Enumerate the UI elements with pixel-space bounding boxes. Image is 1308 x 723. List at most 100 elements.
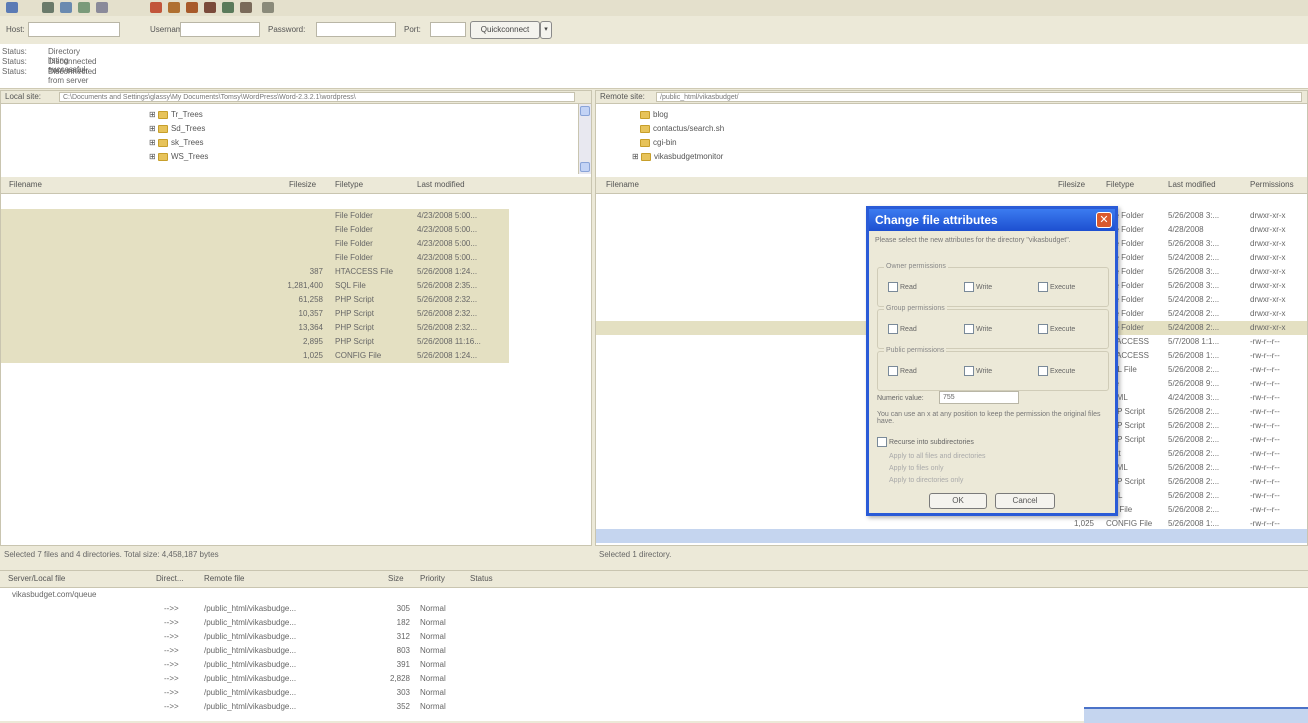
- remote-tree-item[interactable]: contactus/search.sh: [640, 122, 724, 136]
- local-tree-item[interactable]: ⊞ WS_Trees: [149, 150, 208, 164]
- local-file-row[interactable]: install.php10,357PHP Script5/26/2008 2:3…: [1, 307, 509, 321]
- file-modified: 5/26/2008 1:...: [1168, 351, 1220, 360]
- col-last-modified[interactable]: Last modified: [417, 177, 465, 193]
- apply-files-radio[interactable]: Apply to files only: [889, 465, 943, 472]
- local-file-row[interactable]: coreFile Folder4/23/2008 5:00...: [1, 223, 509, 237]
- queue-row[interactable]: C:\Documents and Setti...-->>/public_htm…: [0, 602, 480, 616]
- quickconnect-button[interactable]: Quickconnect: [470, 21, 540, 39]
- col-filename[interactable]: Filename: [9, 177, 42, 193]
- username-input[interactable]: [180, 22, 260, 37]
- col-last-modified[interactable]: Last modified: [1168, 177, 1216, 193]
- sync-icon[interactable]: [240, 2, 252, 13]
- col-filetype[interactable]: Filetype: [1106, 177, 1134, 193]
- apply-all-radio[interactable]: Apply to all files and directories: [889, 453, 986, 460]
- owner-execute-checkbox[interactable]: Execute: [1038, 282, 1075, 292]
- group-read-checkbox[interactable]: Read: [888, 324, 917, 334]
- file-modified: 5/26/2008 2:...: [1168, 407, 1220, 416]
- queue-size: 2,828: [389, 674, 410, 683]
- port-input[interactable]: [430, 22, 466, 37]
- file-modified: 5/26/2008 2:32...: [417, 309, 478, 318]
- refresh-icon[interactable]: [78, 2, 90, 13]
- queue-row[interactable]: C:\Documents and Setti...-->>/public_htm…: [0, 616, 480, 630]
- col-permissions[interactable]: Permissions: [1250, 177, 1294, 193]
- numeric-value-input[interactable]: 755: [939, 391, 1019, 404]
- group-write-checkbox[interactable]: Write: [964, 324, 992, 334]
- scroll-down-icon[interactable]: [580, 162, 590, 172]
- scroll-up-icon[interactable]: [580, 106, 590, 116]
- col-priority[interactable]: Priority: [420, 571, 445, 587]
- remote-path-input[interactable]: /public_html/vikasbudget/: [656, 92, 1302, 102]
- disconnect-icon[interactable]: [168, 2, 180, 13]
- local-status: Selected 7 files and 4 directories. Tota…: [0, 546, 592, 564]
- close-icon[interactable]: ✕: [1096, 212, 1112, 228]
- cancel-icon[interactable]: [150, 2, 162, 13]
- queue-row[interactable]: C:\Documents and Setti...-->>/public_htm…: [0, 630, 480, 644]
- filter-icon[interactable]: [204, 2, 216, 13]
- local-path-input[interactable]: C:\Documents and Settings\glassy\My Docu…: [59, 92, 575, 102]
- cancel-button[interactable]: Cancel: [995, 493, 1055, 509]
- local-file-row[interactable]: item.php13,364PHP Script5/26/2008 2:32..…: [1, 321, 509, 335]
- remote-tree-item[interactable]: cgi-bin: [640, 136, 677, 150]
- toggle-log-icon[interactable]: [42, 2, 54, 13]
- remote-horizontal-scrollbar[interactable]: [596, 529, 1307, 543]
- local-file-row[interactable]: adminFile Folder4/23/2008 5:00...: [1, 209, 509, 223]
- search-icon[interactable]: [262, 2, 274, 13]
- dialog-intro: Please select the new attributes for the…: [875, 237, 1071, 244]
- queue-icon[interactable]: [96, 2, 108, 13]
- col-remote-file[interactable]: Remote file: [204, 571, 244, 587]
- local-file-row[interactable]: ..: [1, 195, 201, 209]
- public-write-checkbox[interactable]: Write: [964, 366, 992, 376]
- apply-dirs-radio[interactable]: Apply to directories only: [889, 477, 963, 484]
- col-filetype[interactable]: Filetype: [335, 177, 363, 193]
- dialog-note: You can use an x at any position to keep…: [877, 411, 1101, 425]
- log-key: Status:: [2, 67, 27, 76]
- quickconnect-dropdown-icon[interactable]: ▾: [540, 21, 552, 39]
- public-read-checkbox[interactable]: Read: [888, 366, 917, 376]
- toggle-tree-icon[interactable]: [60, 2, 72, 13]
- compare-icon[interactable]: [222, 2, 234, 13]
- public-execute-checkbox[interactable]: Execute: [1038, 366, 1075, 376]
- col-status[interactable]: Status: [470, 571, 493, 587]
- file-modified: 5/24/2008 2:...: [1168, 295, 1220, 304]
- queue-row[interactable]: C:\Documents and Setti...-->>/public_htm…: [0, 686, 480, 700]
- owner-permissions-group: Owner permissions Read Write Execute: [877, 263, 1109, 307]
- reconnect-icon[interactable]: [186, 2, 198, 13]
- local-file-row[interactable]: index.php61,258PHP Script5/26/2008 2:32.…: [1, 293, 509, 307]
- file-type: PHP Script: [335, 309, 374, 318]
- col-filesize[interactable]: Filesize: [1058, 177, 1085, 193]
- file-modified: 5/26/2008 2:35...: [417, 281, 478, 290]
- owner-read-checkbox[interactable]: Read: [888, 282, 917, 292]
- col-direction[interactable]: Direct...: [156, 571, 184, 587]
- queue-server-row[interactable]: vikasbudget.com/queue: [4, 588, 304, 602]
- queue-priority: Normal: [420, 674, 446, 683]
- local-tree-scrollbar[interactable]: [578, 104, 591, 174]
- queue-direction: -->>: [164, 660, 179, 669]
- remote-tree-item[interactable]: ⊞ vikasbudgetmonitor: [632, 150, 723, 164]
- password-input[interactable]: [316, 22, 396, 37]
- local-file-row[interactable]: .htaccess387HTACCESS File5/26/2008 1:24.…: [1, 265, 509, 279]
- log-text: Disconnected from server: [48, 67, 97, 85]
- local-file-row[interactable]: database.sql1,281,400SQL File5/26/2008 2…: [1, 279, 509, 293]
- group-execute-checkbox[interactable]: Execute: [1038, 324, 1075, 334]
- host-input[interactable]: [28, 22, 120, 37]
- queue-row[interactable]: C:\Documents and Setti...-->>/public_htm…: [0, 672, 480, 686]
- local-file-row[interactable]: themesFile Folder4/23/2008 5:00...: [1, 251, 509, 265]
- queue-row[interactable]: C:\Documents and Setti...-->>/public_htm…: [0, 700, 480, 714]
- col-server-local-file[interactable]: Server/Local file: [8, 571, 65, 587]
- queue-row[interactable]: C:\Documents and Setti...-->>/public_htm…: [0, 658, 480, 672]
- remote-tree-item[interactable]: blog: [640, 108, 668, 122]
- local-file-row[interactable]: scriptsFile Folder4/23/2008 5:00...: [1, 237, 509, 251]
- local-file-row[interactable]: web.config1,025CONFIG File5/26/2008 1:24…: [1, 349, 509, 363]
- local-file-row[interactable]: sitemap.php2,895PHP Script5/26/2008 11:1…: [1, 335, 509, 349]
- recurse-checkbox[interactable]: Recurse into subdirectories: [877, 437, 974, 447]
- ok-button[interactable]: OK: [929, 493, 987, 509]
- site-manager-icon[interactable]: [6, 2, 18, 13]
- col-filename[interactable]: Filename: [606, 177, 639, 193]
- queue-row[interactable]: C:\Documents and Setti...-->>/public_htm…: [0, 644, 480, 658]
- owner-write-checkbox[interactable]: Write: [964, 282, 992, 292]
- col-filesize[interactable]: Filesize: [289, 177, 316, 193]
- local-tree-item[interactable]: ⊞ Sd_Trees: [149, 122, 205, 136]
- local-tree-item[interactable]: ⊞ sk_Trees: [149, 136, 204, 150]
- local-tree-item[interactable]: ⊞ Tr_Trees: [149, 108, 203, 122]
- col-size[interactable]: Size: [388, 571, 404, 587]
